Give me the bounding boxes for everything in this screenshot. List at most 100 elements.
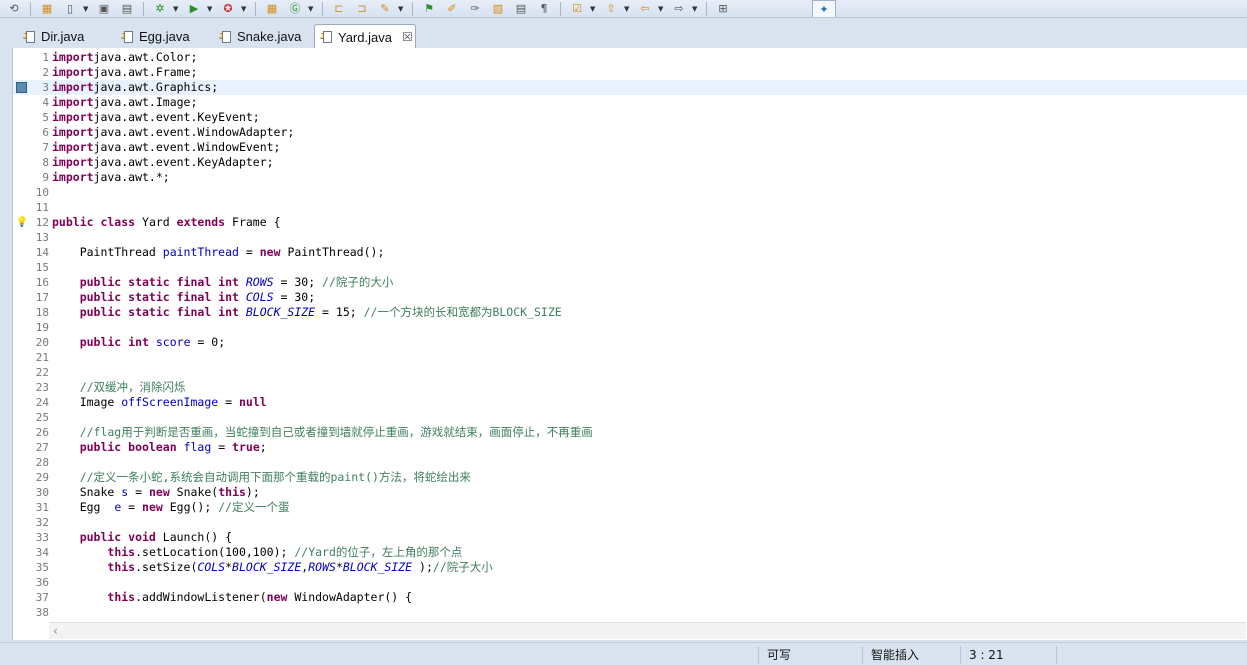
refresh-icon[interactable]: ⟲ xyxy=(4,1,24,17)
code-line[interactable]: 30 Snake s = new Snake(this); xyxy=(13,485,1247,500)
code-line[interactable]: 3 importjava.awt.Graphics; xyxy=(13,80,1247,95)
line-number: 7 xyxy=(42,141,49,154)
debug-icon[interactable]: ✲ xyxy=(150,1,170,17)
code-line[interactable]: 38 xyxy=(13,605,1247,620)
code-line[interactable]: 29 //定义一条小蛇,系统会自动调用下面那个重载的paint()方法，将蛇绘出… xyxy=(13,470,1247,485)
code-token: import xyxy=(52,170,94,184)
code-line[interactable]: 33 public void Launch() { xyxy=(13,530,1247,545)
chevron-down-icon[interactable]: ▼ xyxy=(83,5,91,13)
forward-icon[interactable]: ⇨ xyxy=(669,1,689,17)
open-resource-icon[interactable]: ⊐ xyxy=(352,1,372,17)
code-line[interactable]: 10 xyxy=(13,185,1247,200)
chevron-down-icon[interactable]: ▼ xyxy=(308,5,316,13)
code-line[interactable]: 36 xyxy=(13,575,1247,590)
code-line[interactable]: 34 this.setLocation(100,100); //Yard的位子，… xyxy=(13,545,1247,560)
chevron-down-icon[interactable]: ▼ xyxy=(241,5,249,13)
code-line[interactable]: 4 importjava.awt.Image; xyxy=(13,95,1247,110)
chevron-down-icon[interactable]: ▼ xyxy=(173,5,181,13)
new-file-icon[interactable]: ▯ xyxy=(60,1,80,17)
chevron-down-icon[interactable]: ▼ xyxy=(658,5,666,13)
code-line[interactable]: 2 importjava.awt.Frame; xyxy=(13,65,1247,80)
close-icon[interactable]: ☒ xyxy=(402,30,413,44)
code-line[interactable]: 27 public boolean flag = true; xyxy=(13,440,1247,455)
tab-yard-java[interactable]: Yard.java ☒ xyxy=(314,24,416,49)
code-line[interactable]: 9 importjava.awt.*; xyxy=(13,170,1247,185)
code-line[interactable]: 7 importjava.awt.event.WindowEvent; xyxy=(13,140,1247,155)
toggle-mark-icon[interactable]: ✑ xyxy=(465,1,485,17)
chevron-down-icon[interactable]: ▼ xyxy=(692,5,700,13)
code-line[interactable]: 25 xyxy=(13,410,1247,425)
task-icon[interactable]: ☑ xyxy=(567,1,587,17)
warning-lightbulb-icon[interactable]: 💡 xyxy=(16,216,28,228)
code-line[interactable]: 23 //双缓冲，消除闪烁 xyxy=(13,380,1247,395)
code-token: this xyxy=(107,545,136,559)
scroll-left-icon[interactable]: ‹ xyxy=(53,624,58,638)
chevron-down-icon[interactable]: ▼ xyxy=(590,5,598,13)
save-all-icon[interactable]: ▤ xyxy=(117,1,137,17)
code-token: java.awt.*; xyxy=(93,170,170,184)
code-token: = 0; xyxy=(190,335,226,349)
new-class-icon[interactable]: Ⓖ xyxy=(285,1,305,17)
code-line[interactable]: 22 xyxy=(13,365,1247,380)
code-line[interactable]: 37 this.addWindowListener(new WindowAdap… xyxy=(13,590,1247,605)
open-perspective-icon[interactable]: ⊞ xyxy=(713,1,733,17)
open-type-icon[interactable]: ⊏ xyxy=(329,1,349,17)
code-line[interactable]: 21 xyxy=(13,350,1247,365)
search-icon[interactable]: ✎ xyxy=(375,1,395,17)
chevron-down-icon[interactable]: ▼ xyxy=(624,5,632,13)
code-line[interactable]: 16 public static final int ROWS = 30; //… xyxy=(13,275,1247,290)
pilcrow-icon[interactable]: ¶ xyxy=(534,1,554,17)
code-line[interactable]: 1 importjava.awt.Color; xyxy=(13,50,1247,65)
chevron-down-icon[interactable]: ▼ xyxy=(398,5,406,13)
code-line[interactable]: 31 Egg e = new Egg(); //定义一个蛋 xyxy=(13,500,1247,515)
code-text: Snake s = new Snake(this); xyxy=(52,485,267,500)
code-token: flag xyxy=(183,440,212,454)
code-line[interactable]: 35 this.setSize(COLS*BLOCK_SIZE,ROWS*BLO… xyxy=(13,560,1247,575)
save-icon[interactable]: ▣ xyxy=(94,1,114,17)
status-insert-mode: 智能插入 xyxy=(862,646,960,664)
code-line[interactable]: 19 xyxy=(13,320,1247,335)
code-token: BLOCK_SIZE xyxy=(245,305,316,319)
tab-dir-java[interactable]: Dir.java xyxy=(18,25,110,48)
new-package-icon[interactable]: ▦ xyxy=(37,1,57,17)
code-line[interactable]: 20 public int score = 0; xyxy=(13,335,1247,350)
code-editor[interactable]: 1 importjava.awt.Color; 2 importjava.awt.Fr… xyxy=(12,48,1247,640)
bookmark-marker-icon[interactable] xyxy=(16,82,27,93)
code-token: import xyxy=(52,125,94,139)
code-line[interactable]: 18 public static final int BLOCK_SIZE = … xyxy=(13,305,1247,320)
code-line[interactable]: 15 xyxy=(13,260,1247,275)
external-tools-icon[interactable]: ✪ xyxy=(218,1,238,17)
code-line[interactable]: 12 public class Yard extends Frame {💡 xyxy=(13,215,1247,230)
code-token: public void xyxy=(52,530,156,544)
prev-annotation-icon[interactable]: ⇧ xyxy=(601,1,621,17)
chevron-down-icon[interactable]: ▼ xyxy=(207,5,215,13)
code-line[interactable]: 13 xyxy=(13,230,1247,245)
show-whitespace-icon[interactable]: ▤ xyxy=(511,1,531,17)
new-java-project-icon[interactable]: ▦ xyxy=(262,1,282,17)
code-token: score xyxy=(155,335,191,349)
code-line[interactable]: 6 importjava.awt.event.WindowAdapter; xyxy=(13,125,1247,140)
line-number: 13 xyxy=(35,231,49,244)
code-line[interactable]: 14 PaintThread paintThread = new PaintTh… xyxy=(13,245,1247,260)
code-line[interactable]: 11 xyxy=(13,200,1247,215)
back-icon[interactable]: ⇦ xyxy=(635,1,655,17)
run-icon[interactable]: ▶ xyxy=(184,1,204,17)
tab-snake-java[interactable]: Snake.java xyxy=(214,25,318,48)
horizontal-scrollbar[interactable]: ‹ xyxy=(49,622,1246,639)
java-perspective-icon[interactable]: ✦ xyxy=(812,0,836,17)
highlight-icon[interactable]: ✐ xyxy=(442,1,462,17)
line-number: 27 xyxy=(35,441,49,454)
next-annotation-icon[interactable]: ⚑ xyxy=(419,1,439,17)
line-number: 24 xyxy=(35,396,49,409)
block-select-icon[interactable]: ▧ xyxy=(488,1,508,17)
tab-egg-java[interactable]: Egg.java xyxy=(116,25,208,48)
code-line[interactable]: 5 importjava.awt.event.KeyEvent; xyxy=(13,110,1247,125)
code-line[interactable]: 26 //flag用于判断是否重画，当蛇撞到自己或者撞到墙就停止重画，游戏就结束… xyxy=(13,425,1247,440)
code-line[interactable]: 28 xyxy=(13,455,1247,470)
code-line[interactable]: 32 xyxy=(13,515,1247,530)
line-number: 26 xyxy=(35,426,49,439)
code-line[interactable]: 8 importjava.awt.event.KeyAdapter; xyxy=(13,155,1247,170)
code-line[interactable]: 24 Image offScreenImage = null xyxy=(13,395,1247,410)
code-line[interactable]: 17 public static final int COLS = 30; xyxy=(13,290,1247,305)
